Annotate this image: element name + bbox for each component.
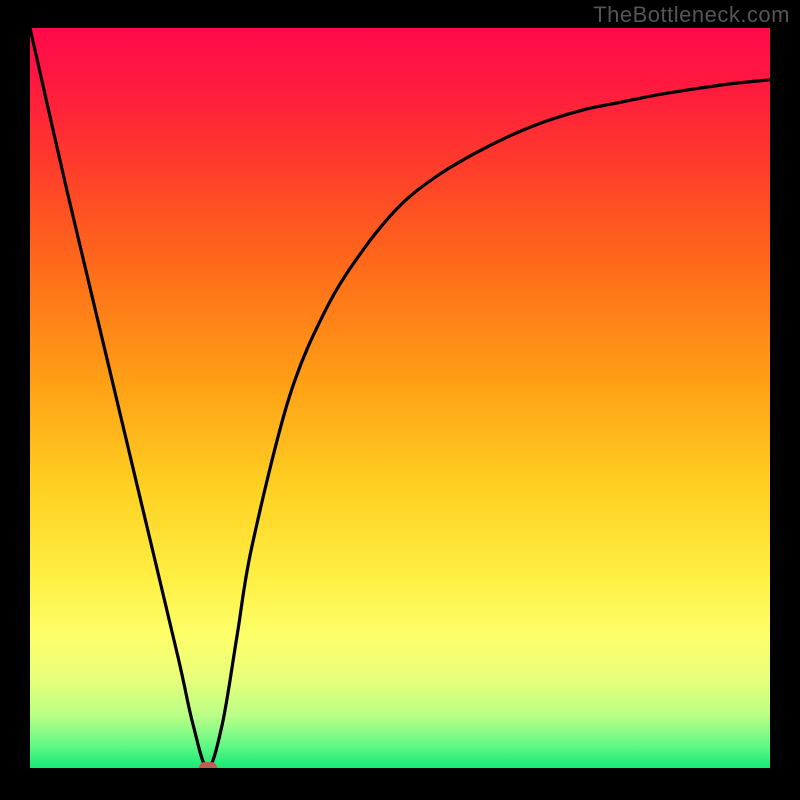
plot-area — [30, 28, 770, 768]
minimum-marker — [199, 762, 217, 768]
curve-layer — [30, 28, 770, 768]
chart-frame: TheBottleneck.com — [0, 0, 800, 800]
curve-path — [30, 28, 770, 768]
watermark-text: TheBottleneck.com — [593, 2, 790, 28]
